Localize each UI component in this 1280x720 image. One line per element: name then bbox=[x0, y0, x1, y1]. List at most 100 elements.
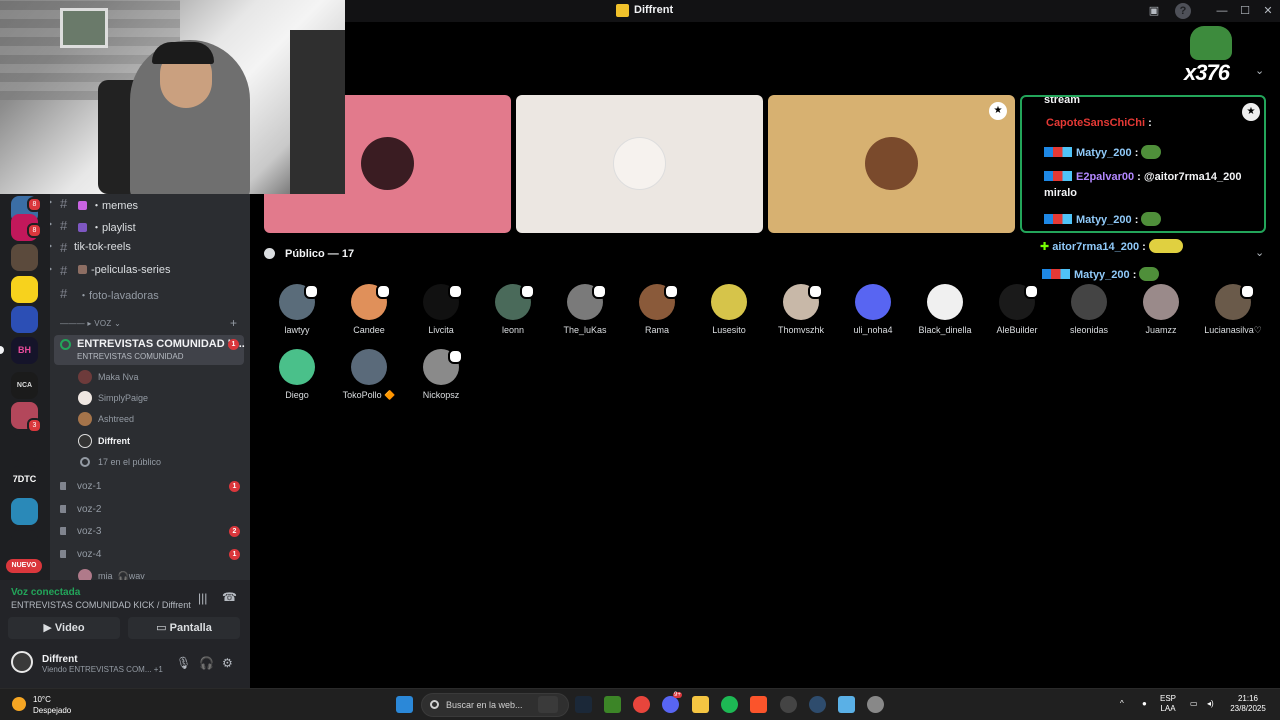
chevron-right-icon bbox=[50, 243, 52, 249]
chat-badge-icons bbox=[1044, 147, 1072, 157]
chevron-down-icon[interactable]: ⌄ bbox=[1255, 64, 1264, 77]
discord-icon[interactable] bbox=[662, 696, 679, 713]
tray-chevron-icon[interactable]: ^ bbox=[1120, 699, 1124, 709]
server-icon[interactable] bbox=[11, 498, 38, 525]
channel-tik-tok-reels[interactable]: # tik-tok-reels bbox=[50, 238, 246, 258]
screen-share-button[interactable]: ▭ Pantalla bbox=[128, 617, 240, 639]
chrome-icon[interactable] bbox=[633, 696, 650, 713]
audience-member[interactable]: sleonidas bbox=[1059, 284, 1119, 344]
voice-user-name: mia_🎧wav bbox=[98, 571, 145, 580]
help-icon[interactable]: ? bbox=[1175, 3, 1191, 19]
file-explorer-icon[interactable] bbox=[692, 696, 709, 713]
audience-member[interactable]: Candee bbox=[339, 284, 399, 344]
stage-user[interactable]: Maka Nva bbox=[78, 368, 238, 386]
audience-member[interactable]: Lucianasilva♡ bbox=[1203, 284, 1263, 344]
speaker-tile[interactable] bbox=[516, 95, 763, 233]
channel-playlist[interactable]: # ・playlist bbox=[50, 216, 246, 236]
server-icon[interactable]: 7DTC bbox=[11, 466, 38, 493]
weather-widget[interactable]: 10°C Despejado bbox=[33, 694, 71, 716]
notepad-icon[interactable] bbox=[838, 696, 855, 713]
settings-icon[interactable] bbox=[867, 696, 884, 713]
microphone-icon[interactable]: 🎙 bbox=[176, 656, 191, 670]
server-badge: 8 bbox=[27, 223, 42, 238]
audience-member-name: Black_dinella bbox=[918, 325, 972, 335]
obs-icon[interactable] bbox=[780, 696, 797, 713]
audience-member[interactable]: Lusesito bbox=[699, 284, 759, 344]
audience-member[interactable]: leonn bbox=[483, 284, 543, 344]
plus-icon: ✚ bbox=[1040, 241, 1053, 253]
minecraft-icon[interactable] bbox=[604, 696, 621, 713]
server-icon[interactable]: NCA bbox=[11, 372, 38, 399]
create-channel-icon[interactable]: + bbox=[230, 316, 237, 330]
avatar bbox=[1071, 284, 1107, 320]
audience-member[interactable]: uli_noha4 bbox=[843, 284, 903, 344]
chat-badge-icons bbox=[1042, 269, 1070, 279]
server-icon[interactable]: BH bbox=[11, 337, 38, 364]
server-icon[interactable] bbox=[11, 530, 38, 557]
spotify-icon[interactable] bbox=[721, 696, 738, 713]
audience-member[interactable]: AleBuilder bbox=[987, 284, 1047, 344]
settings-gear-icon[interactable]: ⚙ bbox=[222, 656, 233, 670]
channel-emoji-icon bbox=[78, 265, 87, 274]
server-icon[interactable] bbox=[11, 244, 38, 271]
voice-category-header[interactable]: ——— ▸ VOZ ⌄ bbox=[60, 319, 121, 328]
audience-member[interactable]: The_luKas bbox=[555, 284, 615, 344]
server-icon[interactable] bbox=[11, 276, 38, 303]
language-indicator[interactable]: ESP LAA bbox=[1160, 694, 1176, 714]
audience-member[interactable]: Diego bbox=[267, 349, 327, 409]
pepe-emote-icon bbox=[1141, 212, 1162, 226]
inbox-icon[interactable]: ▣ bbox=[1146, 3, 1162, 19]
chevron-down-icon[interactable]: ⌄ bbox=[1255, 246, 1264, 259]
notification-badge: 9+ bbox=[673, 692, 682, 698]
channel-foto-lavadoras[interactable]: # ・foto-lavadoras bbox=[50, 284, 246, 304]
headphones-icon[interactable]: 🎧 bbox=[199, 656, 214, 670]
speaker-tile[interactable]: ★ bbox=[768, 95, 1015, 233]
clock[interactable]: 21:16 23/8/2025 bbox=[1226, 694, 1270, 714]
avatar bbox=[279, 349, 315, 385]
stage-user-self[interactable]: Diffrent bbox=[78, 432, 238, 450]
app-icon[interactable] bbox=[809, 696, 826, 713]
voice-channel-voz-1[interactable]: voz-1 1 bbox=[60, 478, 246, 496]
audience-member-name: Lusesito bbox=[712, 325, 746, 335]
audience-member[interactable]: Livcita bbox=[411, 284, 471, 344]
avatar[interactable] bbox=[11, 651, 33, 673]
voice-channel-voz-2[interactable]: voz-2 bbox=[60, 501, 246, 519]
audience-member[interactable]: TokoPollo 🔶 bbox=[339, 349, 399, 409]
voice-channel-path[interactable]: ENTREVISTAS COMUNIDAD KICK / Diffrent bbox=[11, 600, 191, 610]
volume-icon[interactable]: ◂) bbox=[1207, 699, 1214, 709]
voice-channel-voz-4[interactable]: voz-4 1 bbox=[60, 546, 246, 564]
audience-member[interactable]: Thomvszhk bbox=[771, 284, 831, 344]
audience-member[interactable]: Rama bbox=[627, 284, 687, 344]
channel-memes[interactable]: # ・memes bbox=[50, 194, 246, 214]
server-icon[interactable] bbox=[11, 306, 38, 333]
audience-member[interactable]: Black_dinella bbox=[915, 284, 975, 344]
network-icon[interactable]: ▭ bbox=[1190, 699, 1198, 709]
video-button[interactable]: ▶ Video bbox=[8, 617, 120, 639]
noise-suppression-icon[interactable]: ||| bbox=[198, 591, 207, 605]
pepe-emote-icon bbox=[1139, 267, 1160, 281]
audience-member[interactable]: lawtyy bbox=[267, 284, 327, 344]
channel-peliculas-series[interactable]: # -peliculas-series bbox=[50, 261, 246, 281]
voice-channel-voz-3[interactable]: voz-3 2 bbox=[60, 523, 246, 541]
brave-icon[interactable] bbox=[750, 696, 767, 713]
avatar bbox=[613, 137, 666, 190]
audience-member[interactable]: Juamzz bbox=[1131, 284, 1191, 344]
audience-count[interactable]: 17 en el público bbox=[78, 453, 238, 471]
steam-icon[interactable] bbox=[575, 696, 592, 713]
microphone-icon[interactable]: ● bbox=[1142, 699, 1147, 709]
server-icon[interactable] bbox=[11, 434, 38, 461]
close-button[interactable]: ✕ bbox=[1260, 3, 1276, 19]
minimize-button[interactable]: — bbox=[1214, 3, 1230, 19]
search-placeholder: Buscar en la web... bbox=[446, 700, 523, 710]
voice-user[interactable]: mia_🎧wav bbox=[78, 567, 238, 580]
disconnect-icon[interactable]: ☎ bbox=[222, 590, 237, 604]
stage-channel-active[interactable]: ENTREVISTAS COMUNIDAD K... ENTREVISTAS C… bbox=[54, 335, 245, 365]
screen-icon: ▭ bbox=[156, 622, 170, 634]
stage-user[interactable]: SimplyPaige bbox=[78, 389, 238, 407]
search-icon bbox=[430, 700, 439, 709]
stage-user[interactable]: Ashtreed bbox=[78, 410, 238, 428]
windows-start-icon[interactable] bbox=[396, 696, 413, 713]
maximize-button[interactable]: ☐ bbox=[1237, 3, 1253, 19]
weather-icon[interactable] bbox=[12, 697, 26, 711]
audience-member[interactable]: Nickopsz bbox=[411, 349, 471, 409]
